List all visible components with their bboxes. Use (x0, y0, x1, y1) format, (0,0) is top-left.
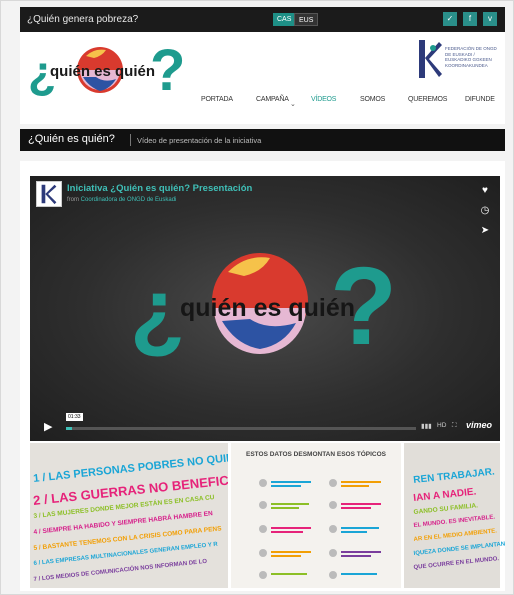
nav-difunde[interactable]: DIFUNDE (465, 96, 495, 103)
video-header: Iniciativa ¿Quién es quién? Presentación… (30, 176, 500, 212)
svg-text:quién es quién: quién es quién (50, 63, 155, 80)
facebook-icon[interactable]: f (463, 12, 477, 26)
fact-text (271, 485, 301, 487)
vimeo-icon[interactable]: v (483, 12, 497, 26)
fact-icon (259, 479, 267, 487)
from-label: from (67, 197, 79, 203)
partner-k-icon (419, 40, 442, 78)
top-bar: ¿Quién genera pobreza? CAS EUS ✓ f v (20, 7, 505, 32)
fact-icon (329, 479, 337, 487)
svg-text:?: ? (330, 245, 397, 366)
svg-text:?: ? (150, 38, 185, 103)
infographic-collage: 1 / LAS PERSONAS POBRES NO QUIE 2 / LAS … (30, 443, 506, 588)
time-display: 01:33 (66, 413, 83, 421)
lang-eus-button[interactable]: CAS (273, 13, 296, 26)
facts-panel: ESTOS DATOS DESMONTAN ESOS TÓPICOS (228, 443, 404, 588)
myth-end-line: GANDO SU FAMILIA. (413, 502, 479, 516)
fact-text (271, 555, 301, 557)
nav-campana[interactable]: CAMPAÑA (256, 96, 289, 103)
fact-icon (329, 571, 337, 579)
twitter-icon[interactable]: ✓ (443, 12, 457, 26)
volume-icon[interactable]: ▮▮▮ (421, 422, 432, 430)
play-icon[interactable]: ▶ (44, 420, 52, 433)
site-logo[interactable]: ¿ quién es quién ? (20, 32, 220, 107)
fact-text (271, 551, 311, 553)
fact-text (341, 555, 371, 557)
hd-button[interactable]: HD (437, 422, 446, 429)
fact-text (341, 507, 371, 509)
nav-somos[interactable]: SOMOS (360, 96, 385, 103)
fact-text (341, 573, 377, 575)
fact-text (271, 531, 303, 533)
fullscreen-icon[interactable]: ⛶ (452, 422, 457, 430)
svg-text:quién es quién: quién es quién (180, 294, 355, 322)
site-header: ¿ quién es quién ? FEDERACIÓN DE ONGD DE… (20, 32, 505, 124)
fact-text (341, 503, 381, 505)
fact-text (271, 481, 311, 483)
fact-text (271, 507, 299, 509)
share-icon[interactable]: ➤ (478, 224, 492, 238)
page-title-bar: ¿Quién es quién? Vídeo de presentación d… (20, 129, 505, 151)
title-divider (130, 134, 131, 146)
page: ¿Quién genera pobreza? CAS EUS ✓ f v ¿ q… (0, 0, 514, 595)
like-icon[interactable]: ♥ (478, 184, 492, 198)
fact-text (271, 503, 309, 505)
myth-end-line: IQUEZA DONDE SE IMPLANTAN (413, 541, 506, 557)
fact-text (341, 527, 379, 529)
fact-text (341, 481, 381, 483)
video-frame-art: ¿ quién es quién ? (130, 245, 397, 366)
progress-fill (66, 427, 72, 430)
nav-portada[interactable]: PORTADA (201, 96, 233, 103)
myth-end-line: QUE OCURRE EN EL MUNDO. (413, 556, 500, 571)
lang-es-button[interactable]: EUS (294, 13, 319, 26)
watch-later-icon[interactable]: ◷ (478, 204, 492, 218)
author-avatar[interactable] (36, 181, 62, 207)
page-title: ¿Quién es quién? (28, 133, 115, 145)
facts-title: ESTOS DATOS DESMONTAN ESOS TÓPICOS (245, 451, 386, 458)
fact-icon (259, 501, 267, 509)
video-title[interactable]: Iniciativa ¿Quién es quién? Presentación (67, 183, 252, 194)
partner-logo[interactable]: FEDERACIÓN DE ONGD DE EUSKADI / EUSKADIK… (415, 38, 500, 80)
video-from: from Coordinadora de ONGD de Euskadi (67, 197, 176, 203)
video-player[interactable]: Iniciativa ¿Quién es quién? Presentación… (30, 176, 500, 441)
fact-icon (259, 549, 267, 557)
fact-icon (329, 549, 337, 557)
fact-icon (259, 525, 267, 533)
main-content: Iniciativa ¿Quién es quién? Presentación… (20, 161, 506, 591)
site-tagline: ¿Quién genera pobreza? (27, 14, 139, 25)
chevron-down-icon[interactable]: ⌄ (290, 100, 296, 108)
myth-end-line: EL MUNDO. ES INEVITABLE. (413, 514, 496, 529)
myth-end-line: AR EN EL MEDIO AMBIENTE. (413, 528, 498, 543)
page-subtitle: Vídeo de presentación de la iniciativa (137, 136, 262, 145)
video-controls: ▶ 01:33 ▮▮▮ HD ⛶ vimeo (30, 413, 500, 441)
progress-bar[interactable] (66, 427, 416, 430)
myth-end-line: IAN A NADIE. (412, 486, 477, 504)
vimeo-logo[interactable]: vimeo (466, 420, 492, 430)
fact-icon (329, 525, 337, 533)
fact-text (271, 527, 311, 529)
fact-text (341, 485, 369, 487)
video-author[interactable]: Coordinadora de ONGD de Euskadi (81, 197, 177, 203)
partner-text: FEDERACIÓN DE ONGD DE EUSKADI / EUSKADIK… (445, 46, 497, 68)
fact-icon (259, 571, 267, 579)
svg-text:¿: ¿ (130, 261, 185, 361)
fact-text (271, 573, 307, 575)
myths-continuation-panel: REN TRABAJAR. IAN A NADIE. GANDO SU FAMI… (404, 443, 506, 588)
fact-text (341, 531, 367, 533)
fact-text (341, 551, 381, 553)
myth-end-line: REN TRABAJAR. (412, 466, 496, 486)
nav-queremos[interactable]: QUEREMOS (408, 96, 447, 103)
myths-panel: 1 / LAS PERSONAS POBRES NO QUIE 2 / LAS … (30, 443, 234, 588)
fact-icon (329, 501, 337, 509)
nav-videos[interactable]: VÍDEOS (311, 96, 336, 103)
